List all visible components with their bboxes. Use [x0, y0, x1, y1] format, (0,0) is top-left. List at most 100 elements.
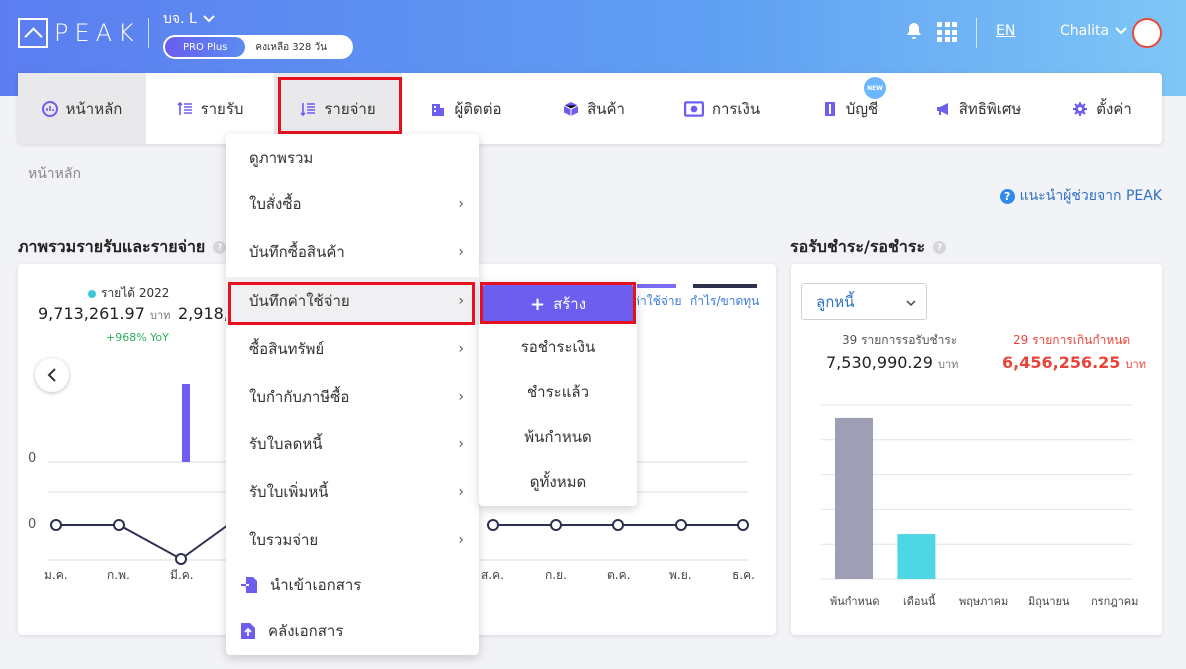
nav-item-privilege[interactable]: สิทธิพิเศษ: [914, 73, 1042, 144]
income-bar-mar: [182, 384, 190, 462]
profit-point: [675, 519, 687, 531]
apps-grid-icon[interactable]: [937, 22, 957, 42]
user-menu[interactable]: Chalita: [1060, 23, 1127, 39]
chevron-right-icon: ›: [458, 484, 464, 500]
menu-label: บันทึกซื้อสินค้า: [249, 243, 345, 261]
submenu-label: ชำระแล้ว: [527, 382, 589, 401]
category-label: พ้นกำหนด: [830, 595, 880, 608]
chevron-right-icon: ›: [458, 436, 464, 452]
dashboard-icon: [41, 100, 58, 117]
question-icon: ?: [999, 188, 1015, 204]
bar-1[interactable]: [897, 534, 936, 579]
submenu-label: พ้นกำหนด: [524, 427, 592, 446]
highlight-expense-record: [228, 282, 475, 325]
breadcrumb[interactable]: หน้าหลัก: [28, 163, 81, 185]
submenu-item-paid[interactable]: ชำระแล้ว: [479, 369, 637, 414]
menu-item-import-docs[interactable]: นำเข้าเอกสาร: [226, 561, 479, 609]
nav-label: ตั้งค่า: [1096, 99, 1132, 118]
nav-label: บัญชี: [845, 99, 879, 118]
nav-item-finance[interactable]: การเงิน: [658, 73, 786, 144]
submenu-label: ดูทั้งหมด: [529, 472, 587, 491]
help-link[interactable]: ? แนะนำผู้ช่วยจาก PEAK: [999, 185, 1162, 207]
category-label: กรกฎาคม: [1091, 595, 1139, 608]
submenu-item-overdue[interactable]: พ้นกำหนด: [479, 414, 637, 459]
receivables-title-text: รอรับชำระ/รอชำระ: [790, 237, 926, 256]
menu-item-credit-note[interactable]: รับใบลดหนี้ ›: [226, 420, 479, 468]
peak-logo[interactable]: PEAK: [18, 18, 140, 48]
submenu-item-awaiting-payment[interactable]: รอชำระเงิน: [479, 324, 637, 369]
menu-item-purchase-order[interactable]: ใบสั่งซื้อ ›: [226, 180, 479, 228]
company-switcher[interactable]: บจ. L: [163, 8, 215, 30]
import-icon: [241, 577, 257, 593]
month-label: ธ.ค.: [732, 568, 755, 582]
nav-item-product[interactable]: สินค้า: [530, 73, 658, 144]
nav-label: ผู้ติดต่อ: [454, 99, 502, 118]
plan-remaining: คงเหลือ 328 วัน: [255, 41, 328, 53]
chevron-down-icon: [203, 15, 215, 23]
income-icon: [176, 101, 192, 115]
gear-icon: [1073, 101, 1088, 116]
overdue-label: 29 รายการเกินกำหนด: [1013, 333, 1131, 347]
submenu-item-view-all[interactable]: ดูทั้งหมด: [479, 459, 637, 504]
menu-label: ใบกำกับภาษีซื้อ: [249, 388, 350, 406]
category-label: เดือนนี้: [903, 595, 936, 608]
nav-item-accounting[interactable]: บัญชี NEW: [786, 73, 914, 144]
nav-label: สินค้า: [587, 99, 625, 118]
plan-badge[interactable]: PRO Plus คงเหลือ 328 วัน: [163, 35, 353, 59]
profit-point: [50, 519, 62, 531]
category-label: พฤษภาคม: [959, 595, 1009, 608]
receivable-type-select[interactable]: ลูกหนี้: [801, 283, 927, 320]
language-switch[interactable]: EN: [996, 23, 1015, 39]
finance-icon: [683, 100, 704, 117]
chevron-down-icon: [1115, 27, 1127, 35]
menu-label: ใบสั่งซื้อ: [249, 195, 302, 213]
month-label: ก.พ.: [107, 568, 130, 582]
company-name: บจ. L: [163, 11, 197, 27]
menu-label: รับใบลดหนี้: [249, 435, 323, 453]
nav-item-dashboard[interactable]: หน้าหลัก: [18, 73, 146, 144]
menu-item-purchase-goods[interactable]: บันทึกซื้อสินค้า ›: [226, 228, 479, 276]
pending-unit: บาท: [937, 358, 959, 371]
menu-item-purchase-tax-invoice[interactable]: ใบกำกับภาษีซื้อ ›: [226, 373, 479, 421]
plan-name: PRO Plus: [165, 37, 246, 57]
receivables-title: รอรับชำระ/รอชำระ ?: [790, 235, 947, 260]
receivables-chart: [821, 404, 1133, 580]
pending-label: 39 รายการรอรับชำระ: [842, 333, 958, 347]
menu-label: นำเข้าเอกสาร: [270, 576, 362, 594]
chevron-right-icon: ›: [458, 341, 464, 357]
menu-item-doc-storage[interactable]: คลังเอกสาร: [226, 607, 479, 655]
avatar[interactable]: [1132, 18, 1162, 48]
menu-label: ดูภาพรวม: [249, 149, 314, 167]
info-icon[interactable]: ?: [213, 241, 227, 254]
profit-point: [113, 519, 125, 531]
help-link-text: แนะนำผู้ช่วยจาก PEAK: [1019, 188, 1162, 204]
chevron-down-icon: [906, 300, 916, 306]
menu-item-buy-asset[interactable]: ซื้อสินทรัพย์ ›: [226, 325, 479, 373]
menu-label: ซื้อสินทรัพย์: [249, 340, 325, 358]
nav-label: รายรับ: [200, 99, 244, 118]
bell-icon[interactable]: [905, 22, 923, 40]
chevron-right-icon: ›: [458, 196, 464, 212]
menu-item-combined-payment[interactable]: ใบรวมจ่าย ›: [226, 516, 479, 564]
pending-total: 7,530,990.29 บาท: [826, 353, 958, 373]
highlight-expense-tab: [278, 77, 402, 134]
user-name: Chalita: [1060, 23, 1110, 39]
nav-label: การเงิน: [711, 99, 761, 118]
profit-point: [550, 519, 562, 531]
category-label: มิถุนายน: [1028, 595, 1070, 608]
accounting-icon: [824, 101, 835, 116]
info-icon[interactable]: ?: [933, 241, 947, 254]
bar-0[interactable]: [835, 417, 873, 579]
month-label: พ.ย.: [669, 568, 692, 582]
chevron-right-icon: ›: [458, 532, 464, 548]
logo-mark: [18, 18, 48, 48]
select-value: ลูกหนี้: [816, 292, 855, 311]
menu-item-debit-note[interactable]: รับใบเพิ่มหนี้ ›: [226, 468, 479, 516]
menu-item-overview[interactable]: ดูภาพรวม: [226, 134, 479, 182]
overview-title: ภาพรวมรายรับและรายจ่าย ?: [18, 235, 227, 260]
nav-item-settings[interactable]: ตั้งค่า: [1042, 73, 1162, 144]
upload-doc-icon: [241, 623, 255, 639]
contacts-icon: [432, 103, 445, 116]
header-divider: [976, 18, 977, 48]
menu-label: คลังเอกสาร: [268, 622, 344, 640]
